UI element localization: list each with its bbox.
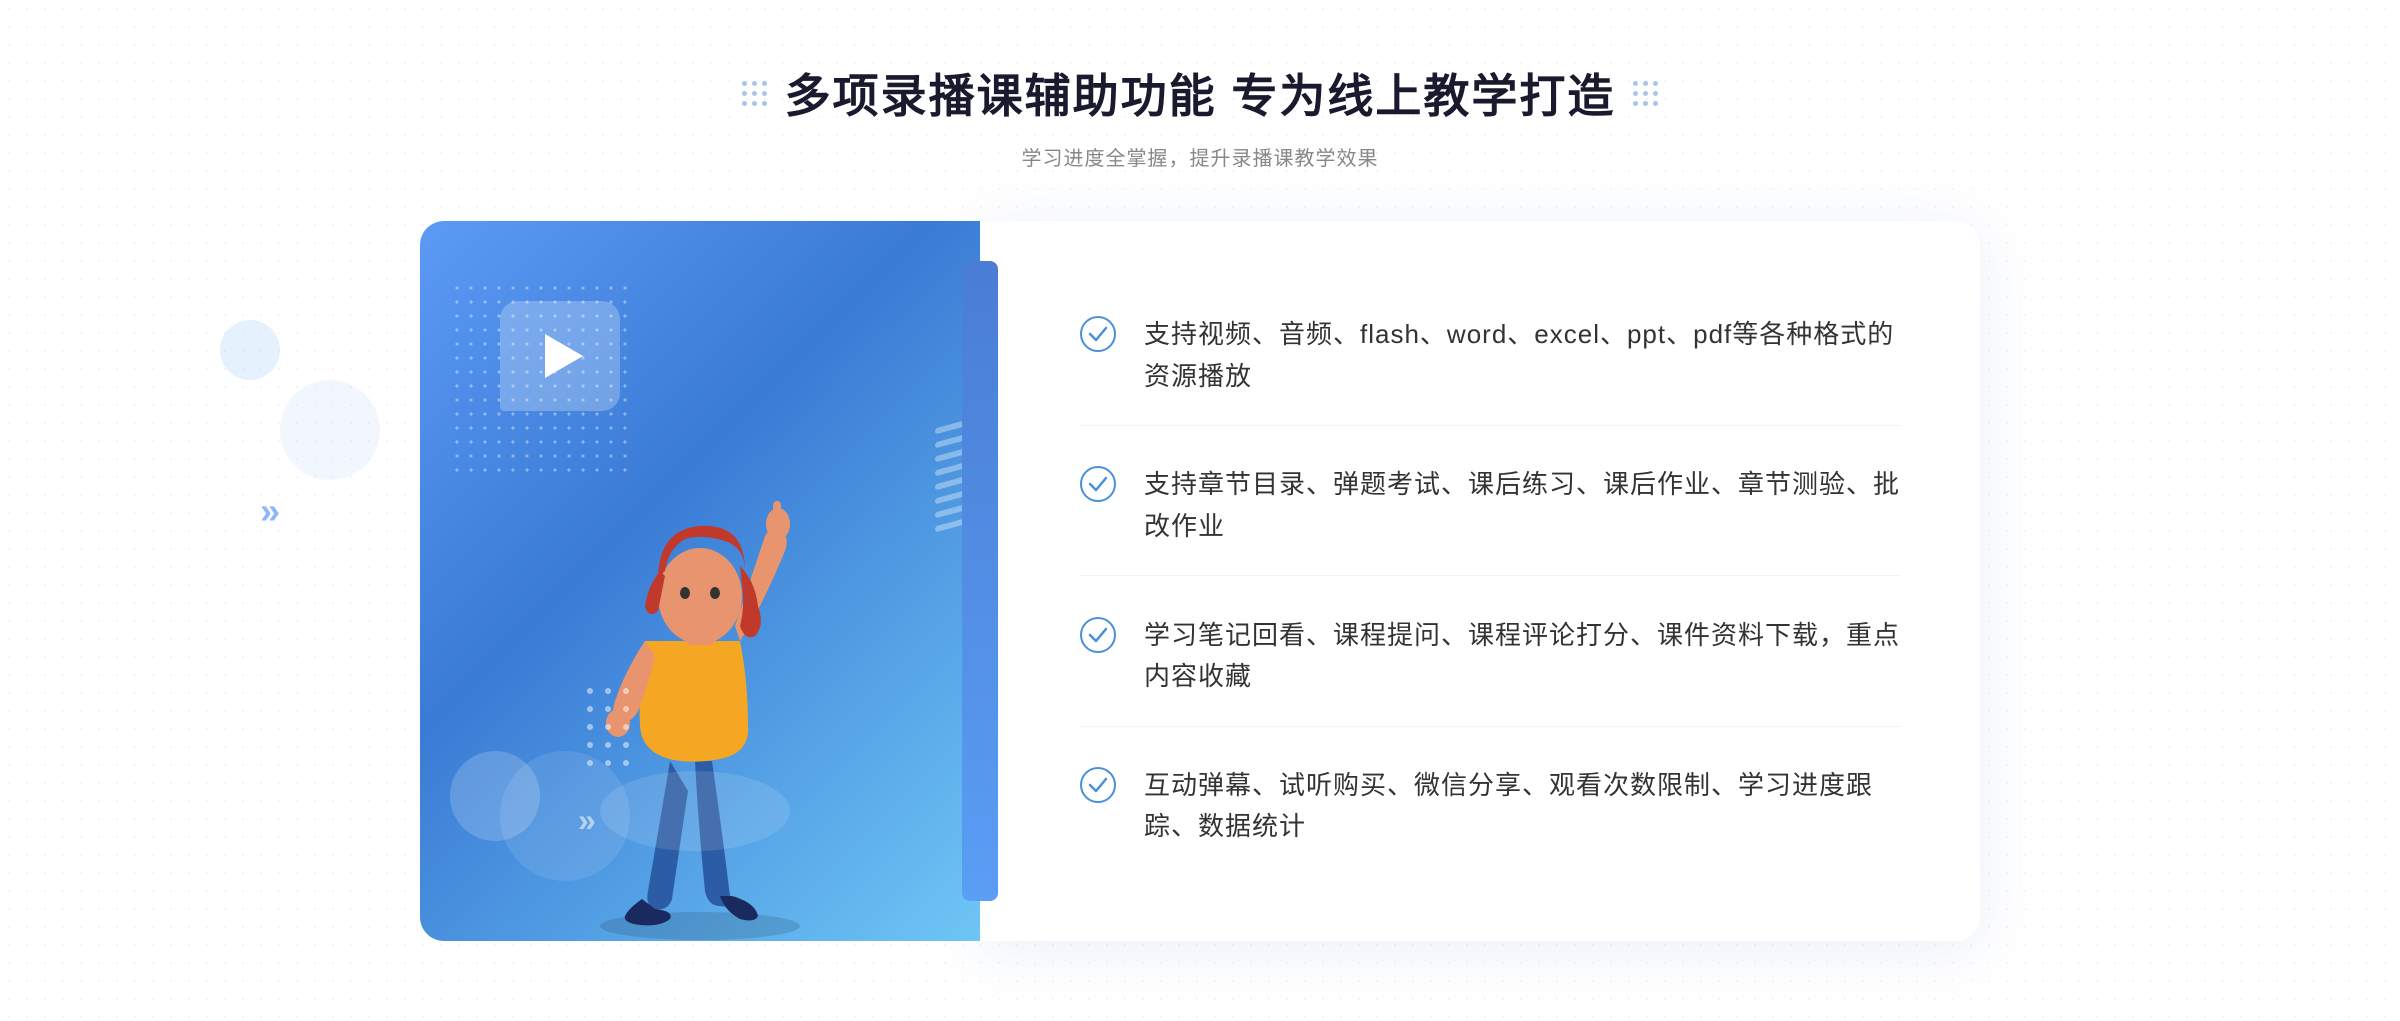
- figure-illustration: »: [530, 371, 870, 941]
- feature-text-3: 学习笔记回看、课程提问、课程评论打分、课件资料下载，重点内容收藏: [1144, 615, 1900, 698]
- left-chevrons: »: [260, 490, 280, 532]
- feature-item-1: 支持视频、音频、flash、word、excel、ppt、pdf等各种格式的资源…: [1080, 286, 1900, 426]
- check-icon-1: [1080, 316, 1116, 352]
- feature-item-4: 互动弹幕、试听购买、微信分享、观看次数限制、学习进度跟踪、数据统计: [1080, 737, 1900, 876]
- outer-deco-circle-2: [280, 380, 380, 480]
- sub-title: 学习进度全掌握，提升录播课教学效果: [742, 142, 1659, 171]
- illustration-panel: »: [420, 221, 980, 941]
- feature-text-2: 支持章节目录、弹题考试、课后练习、课后作业、章节测验、批改作业: [1144, 464, 1900, 547]
- title-dots-right: [1633, 81, 1658, 106]
- check-icon-4: [1080, 767, 1116, 803]
- feature-text-4: 互动弹幕、试听购买、微信分享、观看次数限制、学习进度跟踪、数据统计: [1144, 765, 1900, 848]
- main-title: 多项录播课辅助功能 专为线上教学打造: [785, 60, 1616, 126]
- check-icon-3: [1080, 617, 1116, 653]
- svg-text:»: »: [578, 802, 596, 838]
- page-container: » 多项录播课辅助功能 专为线上教学打造 学习进度全掌握，提升录播课教学效果: [0, 0, 2400, 1021]
- outer-deco-circle-1: [220, 320, 280, 380]
- features-panel: 支持视频、音频、flash、word、excel、ppt、pdf等各种格式的资源…: [980, 221, 1980, 941]
- header-section: 多项录播课辅助功能 专为线上教学打造 学习进度全掌握，提升录播课教学效果: [742, 60, 1659, 171]
- chevron-icon: »: [260, 490, 280, 532]
- check-icon-2: [1080, 466, 1116, 502]
- blue-panel-accent: [962, 261, 998, 901]
- feature-text-1: 支持视频、音频、flash、word、excel、ppt、pdf等各种格式的资源…: [1144, 314, 1900, 397]
- feature-item-2: 支持章节目录、弹题考试、课后练习、课后作业、章节测验、批改作业: [1080, 436, 1900, 576]
- header-title-row: 多项录播课辅助功能 专为线上教学打造: [742, 60, 1659, 126]
- title-dots-left: [742, 81, 767, 106]
- content-area: » 支持视频、音频、flash、word、excel、ppt、pdf等各种格式的…: [420, 221, 1980, 941]
- feature-item-3: 学习笔记回看、课程提问、课程评论打分、课件资料下载，重点内容收藏: [1080, 587, 1900, 727]
